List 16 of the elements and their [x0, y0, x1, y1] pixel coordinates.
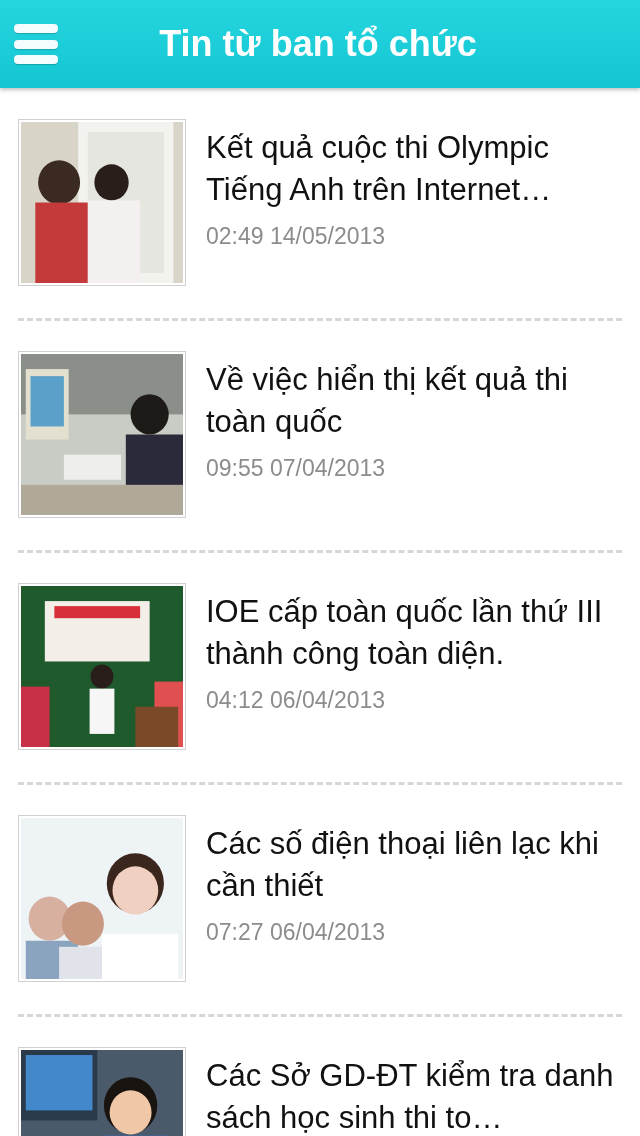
news-item[interactable]: Kết quả cuộc thi Olympic Tiếng Anh trên Internet… 02:49 14/05/2013	[18, 119, 622, 321]
news-date: 04:12 06/04/2013	[206, 687, 387, 714]
news-date: 09:55 07/04/2013	[206, 455, 387, 482]
news-item[interactable]: Về việc hiển thị kết quả thi toàn quốc 09:55 07/04/2013	[18, 351, 622, 553]
news-date: 02:49 14/05/2013	[206, 223, 387, 250]
news-title: IOE cấp toàn quốc lần thứ III thành công toàn diện.	[206, 593, 604, 673]
news-title: Về việc hiển thị kết quả thi toàn quốc	[206, 361, 569, 441]
news-item[interactable]: IOE cấp toàn quốc lần thứ III thành công toàn diện. 04:12 06/04/2013	[18, 583, 622, 785]
news-item[interactable]: Các Sở GD-ĐT kiểm tra danh sách học sinh thi to…	[18, 1047, 622, 1136]
news-item[interactable]: Các số điện thoại liên lạc khi cần thiết 07:27 06/04/2013	[18, 815, 622, 1017]
news-title: Kết quả cuộc thi Olympic Tiếng Anh trên Internet…	[206, 129, 553, 209]
header-title: Tin từ ban tổ chức	[159, 23, 477, 65]
news-title: Các Sở GD-ĐT kiểm tra danh sách học sinh thi to…	[206, 1057, 615, 1136]
menu-icon[interactable]	[14, 24, 58, 64]
news-title: Các số điện thoại liên lạc khi cần thiết	[206, 825, 600, 905]
news-date: 07:27 06/04/2013	[206, 919, 387, 946]
